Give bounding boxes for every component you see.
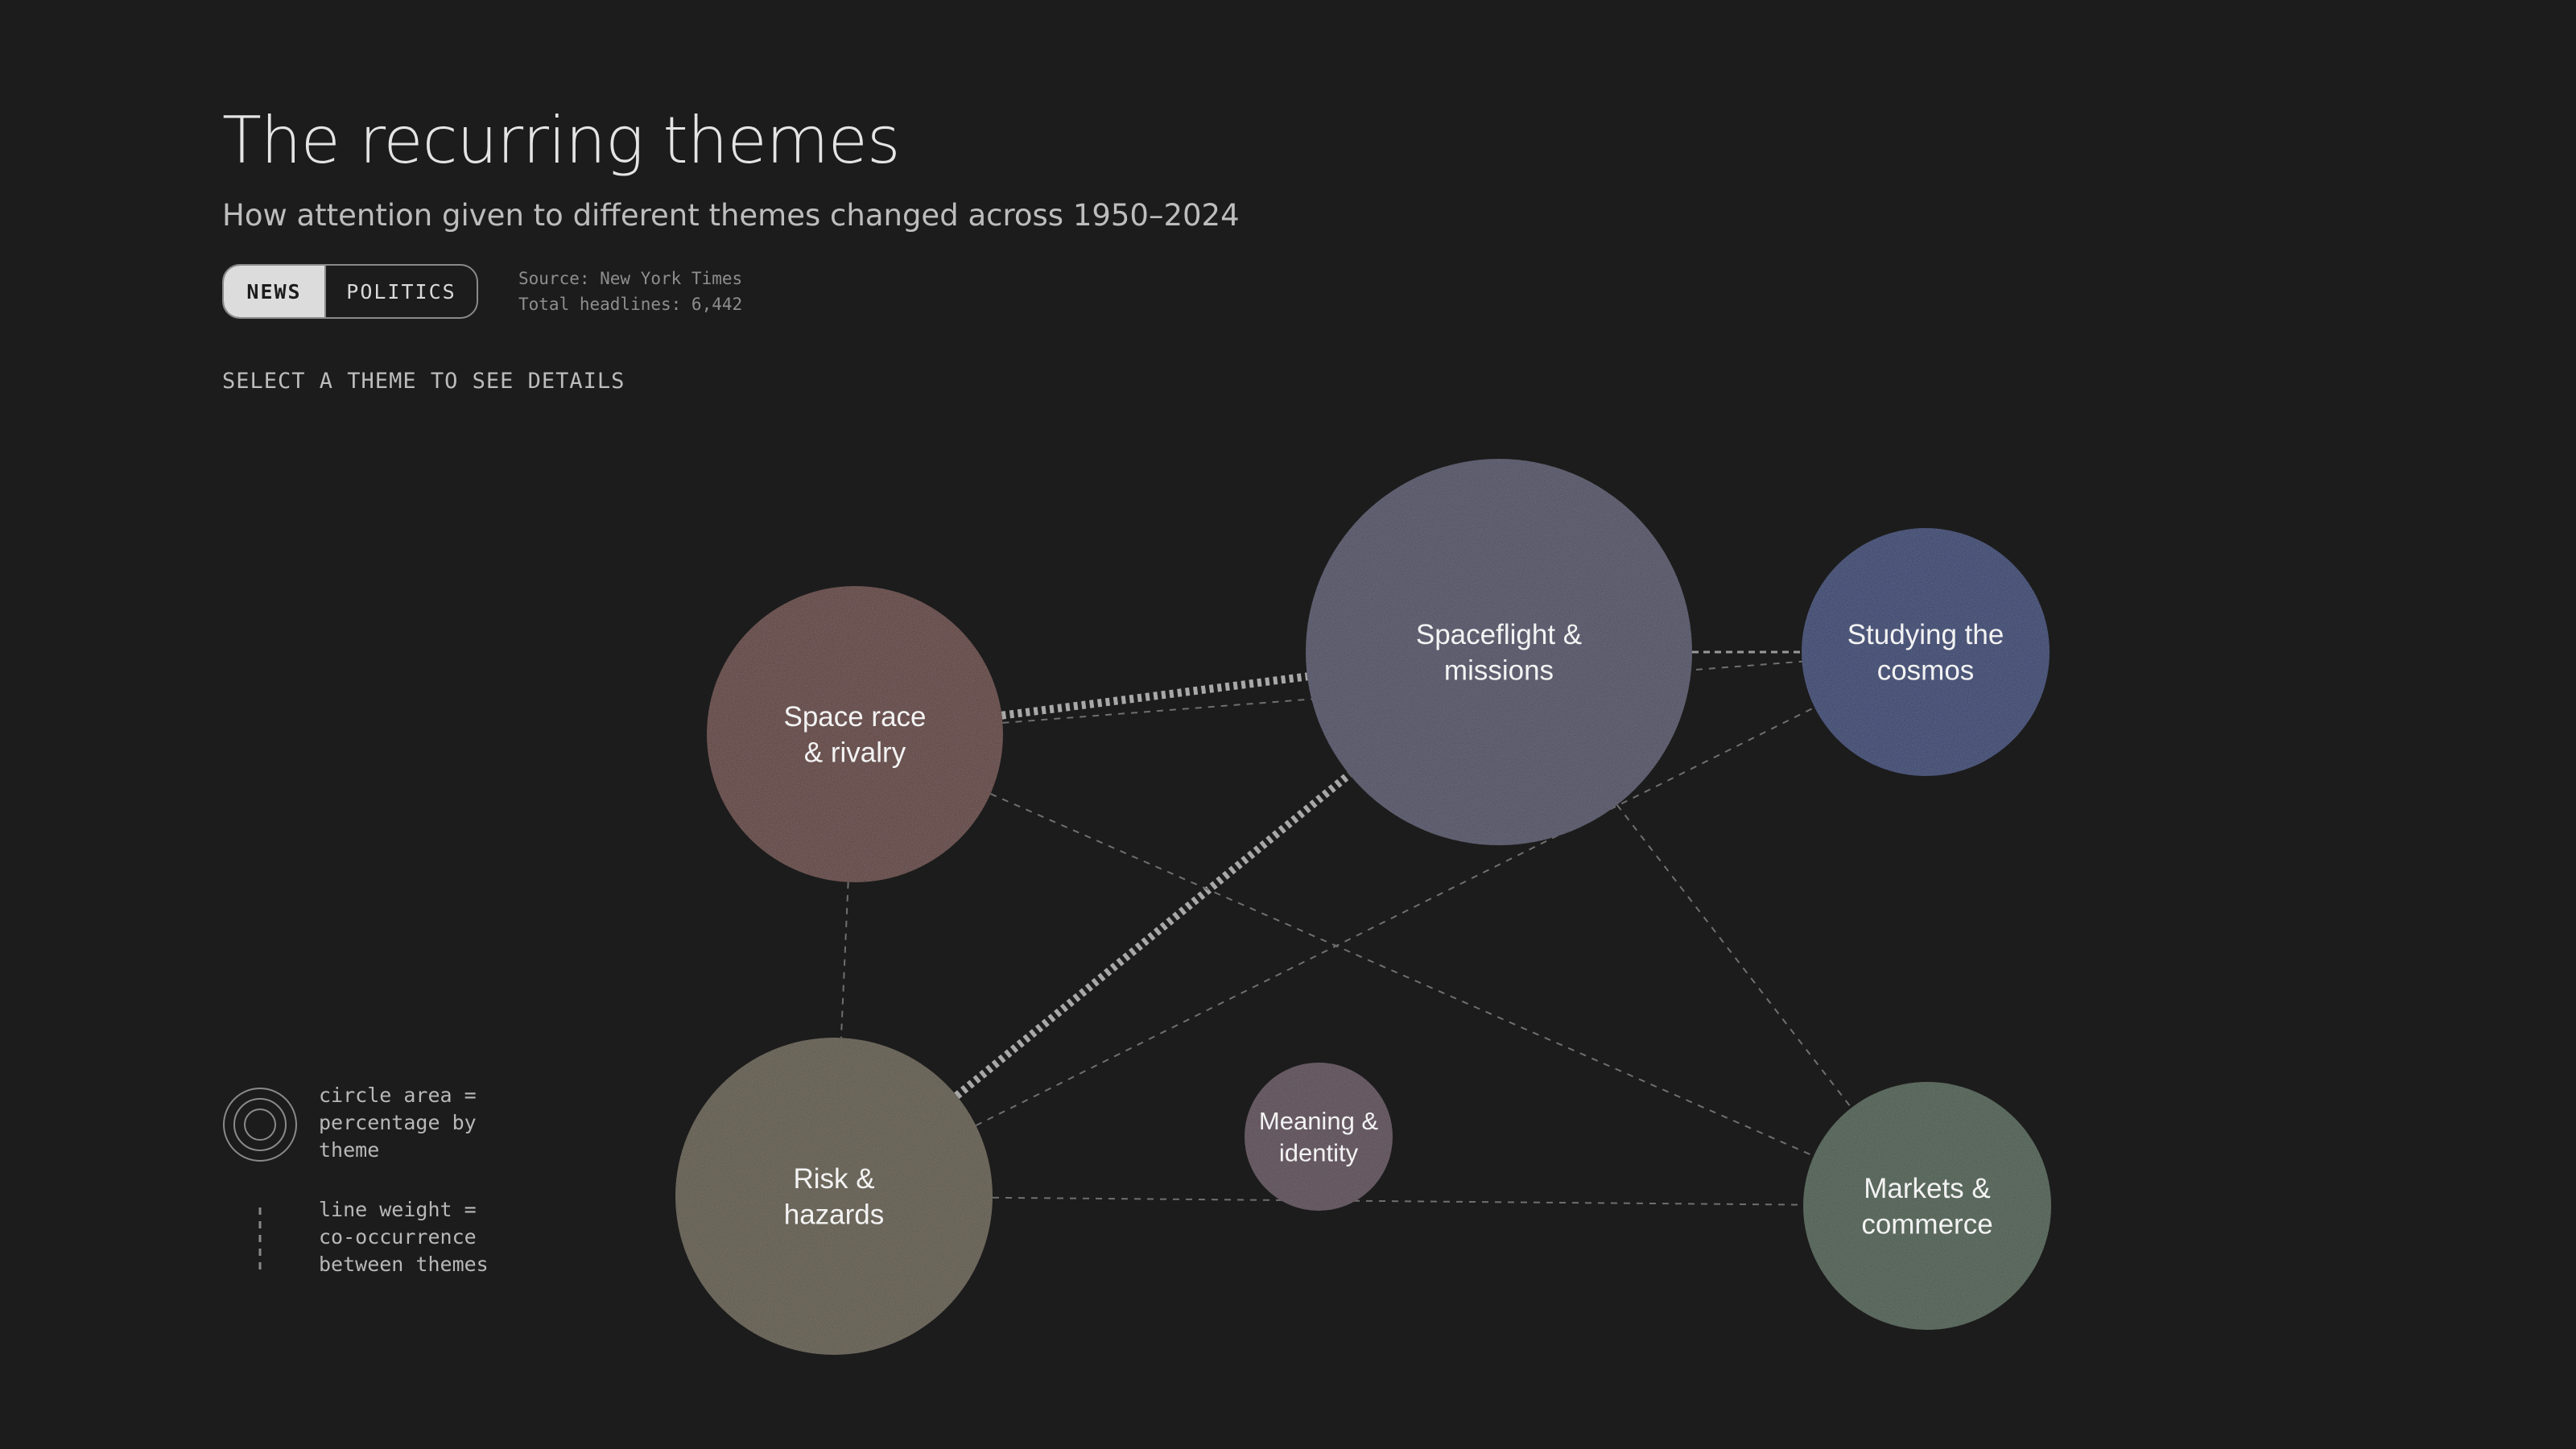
theme-node-risk[interactable]: Risk & hazards [675, 1038, 993, 1355]
theme-circle-risk[interactable] [675, 1038, 993, 1355]
theme-label-markets: Markets & [1864, 1173, 1991, 1204]
link-space-race-markets [990, 793, 1814, 1157]
theme-label-risk: Risk & [793, 1163, 874, 1195]
link-space-race-risk [840, 881, 849, 1038]
theme-circle-markets[interactable] [1803, 1082, 2051, 1330]
theme-node-cosmos[interactable]: Studying the cosmos [1802, 528, 2050, 776]
theme-label-markets: commerce [1861, 1209, 1992, 1241]
theme-label-cosmos: Studying the [1847, 619, 2004, 650]
theme-circle-spaceflight[interactable] [1306, 459, 1692, 845]
legend-line-text: line weight = co-occurrence between them… [319, 1198, 489, 1276]
theme-label-spaceflight: Spaceflight & [1416, 619, 1582, 650]
link-spaceflight-markets [1616, 804, 1852, 1108]
legend-area-text: circle area = percentage by theme [319, 1084, 477, 1162]
theme-circle-space-race[interactable] [707, 586, 1003, 882]
link-risk-spaceflight [954, 771, 1352, 1100]
concentric-circles-icon [223, 1088, 297, 1162]
link-risk-markets [992, 1196, 1804, 1206]
theme-circle-meaning[interactable] [1245, 1063, 1393, 1211]
theme-node-meaning[interactable]: Meaning & identity [1245, 1063, 1393, 1211]
theme-label-space-race: & rivalry [804, 737, 906, 769]
theme-label-spaceflight: missions [1444, 655, 1554, 687]
theme-circle-cosmos[interactable] [1802, 528, 2050, 776]
theme-node-spaceflight[interactable]: Spaceflight & missions [1306, 459, 1692, 845]
theme-node-space-race[interactable]: Space race & rivalry [707, 586, 1003, 882]
theme-node-markets[interactable]: Markets & commerce [1803, 1082, 2051, 1330]
theme-label-cosmos: cosmos [1877, 655, 1975, 687]
theme-label-meaning: Meaning & [1259, 1107, 1379, 1135]
link-space-race-spaceflight [1001, 672, 1308, 720]
theme-label-space-race: Space race [783, 701, 926, 733]
theme-label-risk: hazards [784, 1199, 885, 1231]
theme-label-meaning: identity [1279, 1139, 1359, 1167]
